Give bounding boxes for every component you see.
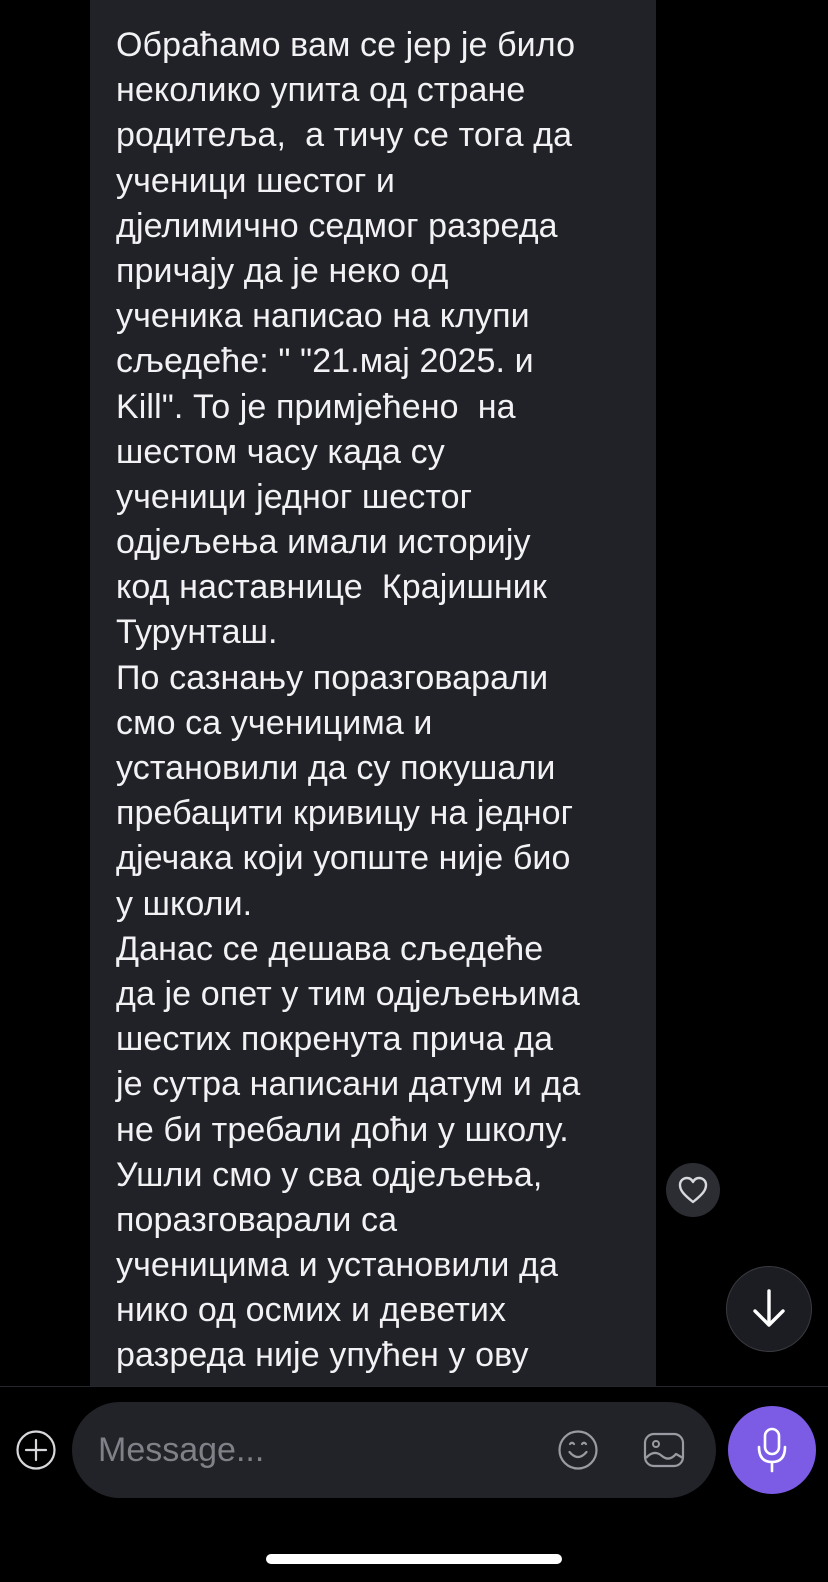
message-line: По сазнању поразговарали	[116, 658, 549, 697]
message-line: разреда није упућен у ову	[116, 1336, 529, 1375]
message-line: сљедеће: " "21.мај 2025. и	[116, 342, 534, 381]
message-line: ученицима и установили да	[116, 1246, 559, 1285]
message-line: пребацити кривицу на једног	[116, 794, 574, 833]
message-line: неколико упита од стране	[116, 71, 526, 110]
message-line: родитеља, а тичу се тога да	[116, 116, 573, 155]
message-line: установили да су покушали	[116, 749, 556, 787]
message-line: ученика написао на клупи	[116, 297, 530, 336]
heart-icon	[678, 1176, 708, 1204]
message-line: код наставнице Крајишник	[116, 568, 547, 607]
message-line: је сутра написани датум и да	[116, 1065, 581, 1104]
home-indicator[interactable]	[266, 1554, 562, 1564]
message-field[interactable]	[72, 1402, 716, 1498]
emoji-button[interactable]	[556, 1428, 600, 1472]
message-line: у школи.	[116, 884, 253, 923]
message-line: Данас се дешава сљедеће	[116, 929, 544, 968]
message-line: ученици шестог и	[116, 161, 396, 200]
add-attachment-button[interactable]	[14, 1428, 58, 1472]
message-line: Обраћамо вам се јер је било	[116, 26, 576, 64]
composer-divider	[0, 1386, 828, 1387]
message-line: шестих покренута прича да	[116, 1020, 554, 1059]
scroll-to-bottom-button[interactable]	[726, 1266, 812, 1352]
chat-screen: Обраћамо вам се јер је било неколико упит…	[0, 0, 828, 1582]
message-line: да је опет у тим одјељењима	[116, 974, 580, 1013]
message-line: не би требали доћи у школу.	[116, 1110, 569, 1149]
voice-message-button[interactable]	[728, 1406, 816, 1494]
media-button[interactable]	[642, 1428, 686, 1472]
message-line: шестом часу када су	[116, 432, 445, 471]
message-line: дјелимично седмог разреда	[116, 206, 558, 245]
message-line: поразговарали са	[116, 1200, 398, 1239]
message-line: Ушли смо у сва одјељења,	[116, 1155, 543, 1194]
message-line: Турунташ.	[116, 613, 278, 652]
like-reaction-button[interactable]	[666, 1163, 720, 1217]
message-line: дјечака који уопште није био	[116, 839, 571, 878]
message-text: Обраћамо вам се јер је било неколико упит…	[116, 23, 656, 1379]
microphone-icon	[757, 1427, 787, 1473]
message-input[interactable]	[98, 1402, 518, 1498]
message-line: одјељења имали историју	[116, 523, 531, 562]
message-line: Kill". То је примјећено на	[116, 387, 516, 426]
message-line: смо са ученицима и	[116, 703, 433, 742]
message-line: нико од осмих и деветих	[116, 1291, 507, 1330]
plus-circle-icon	[16, 1430, 56, 1470]
message-bubble[interactable]: Обраћамо вам се јер је било неколико упит…	[90, 0, 656, 1386]
message-line: причају да је неко од	[116, 251, 449, 290]
image-sticker-icon	[643, 1432, 685, 1468]
message-line: ученици једног шестог	[116, 477, 473, 516]
smiley-icon	[558, 1430, 598, 1470]
arrow-down-icon	[753, 1289, 785, 1327]
